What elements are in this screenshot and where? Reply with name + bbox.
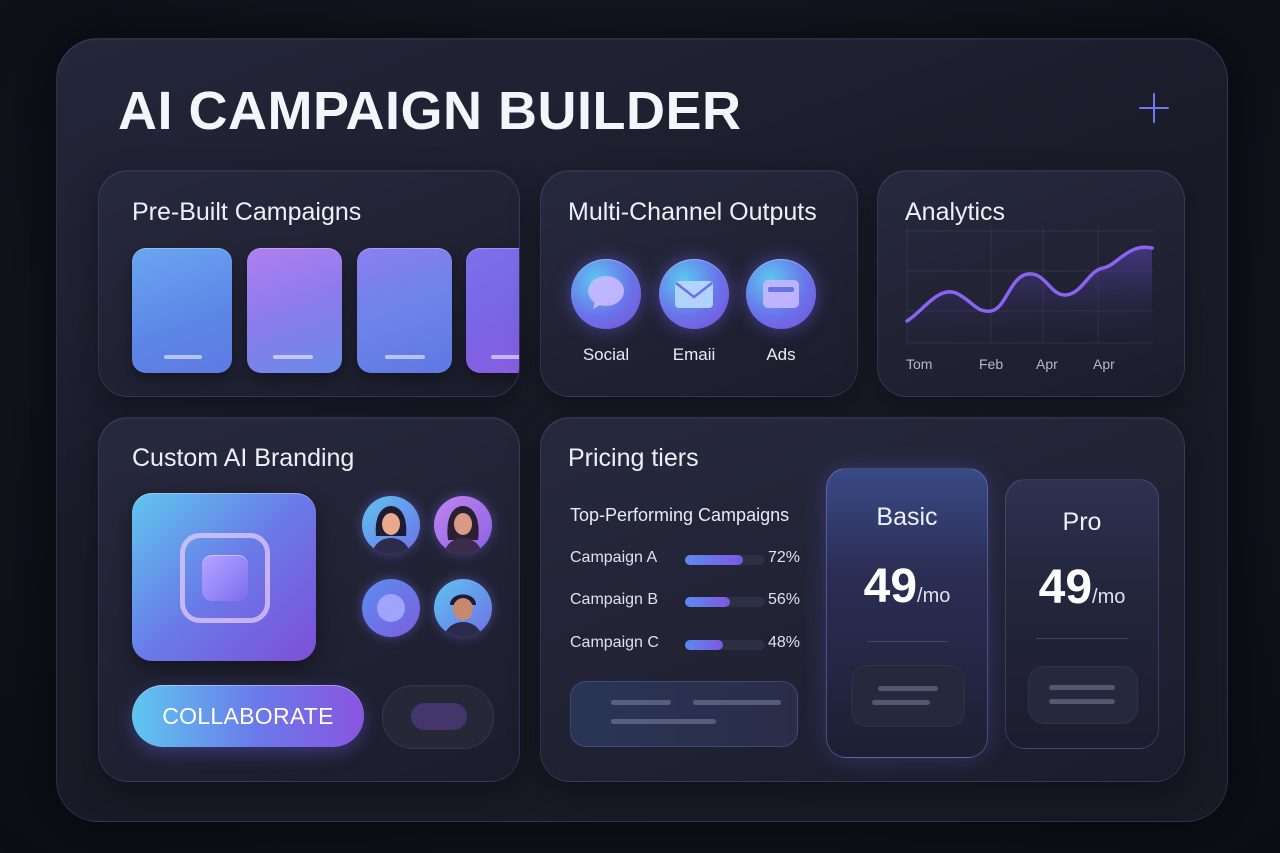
tile-bar (491, 355, 519, 359)
campaign-template-tile[interactable] (132, 248, 232, 373)
tier-price: 49/mo (827, 559, 987, 614)
campaign-name: Campaign B (570, 591, 659, 608)
placeholder-line (611, 719, 716, 724)
top-campaigns-title: Top-Performing Campaigns (570, 505, 790, 525)
tier-select-button[interactable] (1028, 666, 1138, 724)
pricing-card: Pricing tiers Top-Performing Campaigns C… (540, 417, 1185, 782)
campaign-template-tile[interactable] (466, 248, 519, 373)
envelope-icon (659, 259, 729, 329)
avatar[interactable] (362, 579, 420, 637)
page-title: AI CAMPAIGN BUILDER (118, 81, 742, 141)
tier-card-basic[interactable]: Basic 49/mo (826, 468, 988, 758)
tier-name: Pro (1062, 508, 1102, 536)
channel-social[interactable]: Social (569, 259, 643, 365)
tier-divider (1036, 638, 1128, 639)
add-icon[interactable] (1136, 90, 1172, 126)
x-axis-label: Apr (1093, 356, 1115, 372)
branding-title: Custom AI Branding (132, 444, 355, 472)
campaign-percent: 48% (768, 634, 801, 651)
channel-label: Emaii (672, 345, 716, 364)
toggle-knob (411, 703, 467, 730)
tier-card-pro[interactable]: Pro 49/mo (1005, 479, 1159, 749)
multi-channel-card: Multi-Channel Outputs Social Emaii Ads (540, 170, 858, 397)
avatar[interactable] (434, 579, 492, 637)
prebuilt-campaigns-card: Pre-Built Campaigns (98, 170, 520, 397)
x-axis-label: Feb (979, 356, 1004, 372)
branding-card: Custom AI Branding COLLABORATE (98, 417, 520, 782)
campaign-row: Campaign C 48% (570, 634, 810, 656)
campaign-name: Campaign C (570, 634, 659, 651)
progress-track (685, 597, 765, 607)
placeholder-line (611, 700, 671, 705)
multi-channel-title: Multi-Channel Outputs (568, 198, 817, 226)
avatar[interactable] (434, 496, 492, 554)
placeholder-line (878, 686, 938, 691)
placeholder-line (872, 700, 930, 705)
channel-email[interactable]: Emaii (657, 259, 731, 365)
collaborate-button[interactable]: COLLABORATE (132, 685, 364, 747)
placeholder-line (1049, 699, 1115, 704)
tier-divider (867, 641, 947, 642)
progress-track (685, 555, 765, 565)
price-amount: 49 (1038, 561, 1093, 614)
channel-ads[interactable]: Ads (744, 259, 818, 365)
channel-label: Ads (766, 345, 796, 364)
campaign-percent: 72% (768, 549, 801, 566)
tier-select-button[interactable] (851, 665, 965, 727)
price-period: /mo (917, 585, 951, 607)
progress-fill (685, 555, 743, 565)
tier-price: 49/mo (1006, 560, 1158, 615)
tile-bar (164, 355, 202, 359)
campaign-template-tile[interactable] (357, 248, 452, 373)
avatar[interactable] (362, 496, 420, 554)
chat-bubble-icon (571, 259, 641, 329)
progress-fill (685, 640, 724, 650)
campaign-row: Campaign B 56% (570, 591, 810, 613)
x-axis-label: Apr (1036, 356, 1058, 372)
x-axis-label: Tom (906, 356, 933, 372)
progress-fill (685, 597, 730, 607)
ad-window-icon (746, 259, 816, 329)
prebuilt-campaigns-title: Pre-Built Campaigns (132, 198, 362, 226)
campaign-name: Campaign A (570, 549, 658, 566)
toggle-button[interactable] (382, 685, 494, 749)
channel-label: Social (582, 345, 630, 364)
campaign-row: Campaign A 72% (570, 549, 810, 571)
tile-bar (385, 355, 425, 359)
placeholder-line (693, 700, 781, 705)
progress-track (685, 640, 765, 650)
tier-name: Basic (876, 503, 938, 531)
price-amount: 49 (863, 560, 918, 613)
logo-square-icon (202, 555, 248, 601)
tile-bar (273, 355, 313, 359)
campaign-percent: 56% (768, 591, 801, 608)
brand-logo-preview[interactable] (132, 493, 316, 661)
placeholder-panel[interactable] (570, 681, 798, 747)
price-period: /mo (1092, 586, 1126, 608)
campaign-template-tile[interactable] (247, 248, 342, 373)
placeholder-line (1049, 685, 1115, 690)
pricing-title: Pricing tiers (568, 444, 699, 472)
analytics-card: Analytics Tom Feb Apr Apr (877, 170, 1185, 397)
